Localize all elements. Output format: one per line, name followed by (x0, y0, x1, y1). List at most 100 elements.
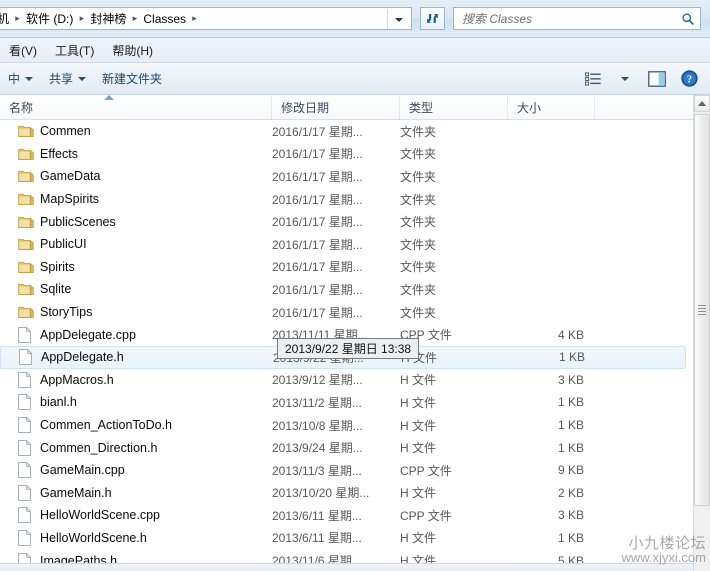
folder-icon (18, 192, 34, 206)
file-row[interactable]: ImagePaths.h2013/11/6 星期...H 文件5 KB (0, 549, 686, 563)
file-date-cell: 2013/9/24 星期... (272, 439, 400, 456)
file-row[interactable]: Effects2016/1/17 星期...文件夹 (0, 143, 686, 166)
file-date-cell: 2016/1/17 星期... (272, 304, 400, 321)
breadcrumb-item-0[interactable]: 机 (0, 10, 11, 27)
preview-pane-button[interactable] (644, 67, 670, 91)
address-dropdown-button[interactable] (387, 9, 410, 30)
folder-icon-wrap (18, 169, 40, 183)
file-icon (18, 327, 31, 343)
folder-icon-wrap (18, 260, 40, 274)
file-type-cell: H 文件 (400, 417, 508, 434)
breadcrumb-item-3[interactable]: Classes (141, 12, 188, 26)
file-icon (18, 394, 31, 410)
file-name-cell: Spirits (0, 260, 272, 274)
search-input[interactable]: 搜索 Classes (454, 10, 676, 27)
file-type-cell: H 文件 (400, 529, 508, 546)
file-row[interactable]: GameData2016/1/17 星期...文件夹 (0, 165, 686, 188)
file-row[interactable]: Commen_ActionToDo.h2013/10/8 星期...H 文件1 … (0, 414, 686, 437)
refresh-button[interactable] (420, 7, 445, 30)
file-row[interactable]: GameMain.h2013/10/20 星期...H 文件2 KB (0, 482, 686, 505)
file-row[interactable]: bianl.h2013/11/2 星期...H 文件1 KB (0, 391, 686, 414)
file-row[interactable]: HelloWorldScene.cpp2013/6/11 星期...CPP 文件… (0, 504, 686, 527)
file-name-label: GameMain.h (40, 486, 112, 500)
file-size-cell: 1 KB (508, 418, 595, 432)
toolbar-include-in-library-label: 中 (8, 70, 20, 87)
file-name-cell: GameData (0, 169, 272, 183)
file-type-cell: CPP 文件 (400, 462, 508, 479)
column-header-date-modified[interactable]: 修改日期 (272, 95, 400, 119)
breadcrumb[interactable]: 机 ▸ 软件 (D:) ▸ 封神榜 ▸ Classes ▸ (0, 7, 412, 30)
address-bar: 机 ▸ 软件 (D:) ▸ 封神榜 ▸ Classes ▸ 搜索 Classes (0, 0, 710, 38)
column-header-size[interactable]: 大小 (508, 95, 595, 119)
file-type-cell: 文件夹 (400, 281, 508, 298)
file-icon (18, 507, 31, 523)
file-size-cell: 3 KB (508, 508, 595, 522)
file-row[interactable]: PublicScenes2016/1/17 星期...文件夹 (0, 210, 686, 233)
file-date-cell: 2013/9/12 星期... (272, 371, 400, 388)
chevron-down-icon (78, 77, 86, 81)
column-header-type[interactable]: 类型 (400, 95, 508, 119)
file-row[interactable]: Spirits2016/1/17 星期...文件夹 (0, 256, 686, 279)
folder-icon-wrap (18, 282, 40, 296)
file-size-cell: 1 KB (508, 395, 595, 409)
breadcrumb-separator-icon: ▸ (188, 13, 201, 24)
file-date-cell: 2013/6/11 星期... (272, 507, 400, 524)
view-options-icon (585, 72, 602, 86)
file-name-cell: PublicScenes (0, 215, 272, 229)
view-options-dropdown-button[interactable] (612, 67, 638, 91)
file-icon-wrap (18, 417, 40, 433)
view-options-button[interactable] (580, 67, 606, 91)
menu-item-tools[interactable]: 工具(T) (46, 39, 103, 62)
chevron-down-icon (25, 77, 33, 81)
folder-icon-wrap (18, 215, 40, 229)
file-type-cell: 文件夹 (400, 258, 508, 275)
file-row[interactable]: Commen2016/1/17 星期...文件夹 (0, 120, 686, 143)
file-row[interactable]: HelloWorldScene.h2013/6/11 星期...H 文件1 KB (0, 527, 686, 550)
command-toolbar: 中 共享 新建文件夹 (0, 63, 710, 95)
file-name-label: GameMain.cpp (40, 463, 125, 477)
file-icon (18, 485, 31, 501)
folder-icon-wrap (18, 124, 40, 138)
file-icon-wrap (19, 349, 41, 365)
column-header-row: 名称 修改日期 类型 大小 (0, 95, 710, 120)
file-date-cell: 2013/11/6 星期... (272, 552, 400, 563)
menu-item-view[interactable]: 看(V) (0, 39, 46, 62)
search-box[interactable]: 搜索 Classes (453, 7, 701, 30)
file-icon (19, 349, 32, 365)
scrollbar-thumb[interactable] (694, 114, 710, 506)
vertical-scrollbar[interactable] (693, 95, 710, 571)
column-header-name[interactable]: 名称 (0, 95, 272, 119)
menu-item-help[interactable]: 帮助(H) (103, 39, 162, 62)
toolbar-include-in-library-button[interactable]: 中 (0, 66, 41, 91)
file-icon-wrap (18, 327, 40, 343)
file-name-label: AppDelegate.h (41, 350, 124, 364)
file-icon-wrap (18, 394, 40, 410)
file-row[interactable]: MapSpirits2016/1/17 星期...文件夹 (0, 188, 686, 211)
file-type-cell: 文件夹 (400, 236, 508, 253)
breadcrumb-item-2[interactable]: 封神榜 (88, 10, 128, 27)
file-row[interactable]: Commen_Direction.h2013/9/24 星期...H 文件1 K… (0, 436, 686, 459)
file-row[interactable]: PublicUI2016/1/17 星期...文件夹 (0, 233, 686, 256)
file-icon (18, 553, 31, 563)
help-button[interactable]: ? (676, 67, 702, 91)
toolbar-new-folder-button[interactable]: 新建文件夹 (94, 66, 170, 91)
file-date-cell: 2016/1/17 星期... (272, 168, 400, 185)
file-icon-wrap (18, 507, 40, 523)
file-size-cell: 1 KB (508, 441, 595, 455)
file-row[interactable]: GameMain.cpp2013/11/3 星期...CPP 文件9 KB (0, 459, 686, 482)
breadcrumb-item-1[interactable]: 软件 (D:) (24, 10, 75, 27)
file-row[interactable]: StoryTips2016/1/17 星期...文件夹 (0, 301, 686, 324)
folder-icon-wrap (18, 147, 40, 161)
breadcrumb-separator-icon: ▸ (128, 13, 141, 24)
breadcrumb-separator-icon: ▸ (75, 13, 88, 24)
folder-icon (18, 147, 34, 161)
file-name-cell: GameMain.cpp (0, 462, 272, 478)
menu-bar: 看(V) 工具(T) 帮助(H) (0, 38, 710, 63)
file-type-cell: H 文件 (400, 371, 508, 388)
file-row[interactable]: Sqlite2016/1/17 星期...文件夹 (0, 278, 686, 301)
scroll-up-button[interactable] (694, 95, 710, 112)
file-name-label: ImagePaths.h (40, 554, 117, 563)
file-row[interactable]: AppMacros.h2013/9/12 星期...H 文件3 KB (0, 369, 686, 392)
toolbar-share-button[interactable]: 共享 (41, 66, 94, 91)
file-size-cell: 2 KB (508, 486, 595, 500)
